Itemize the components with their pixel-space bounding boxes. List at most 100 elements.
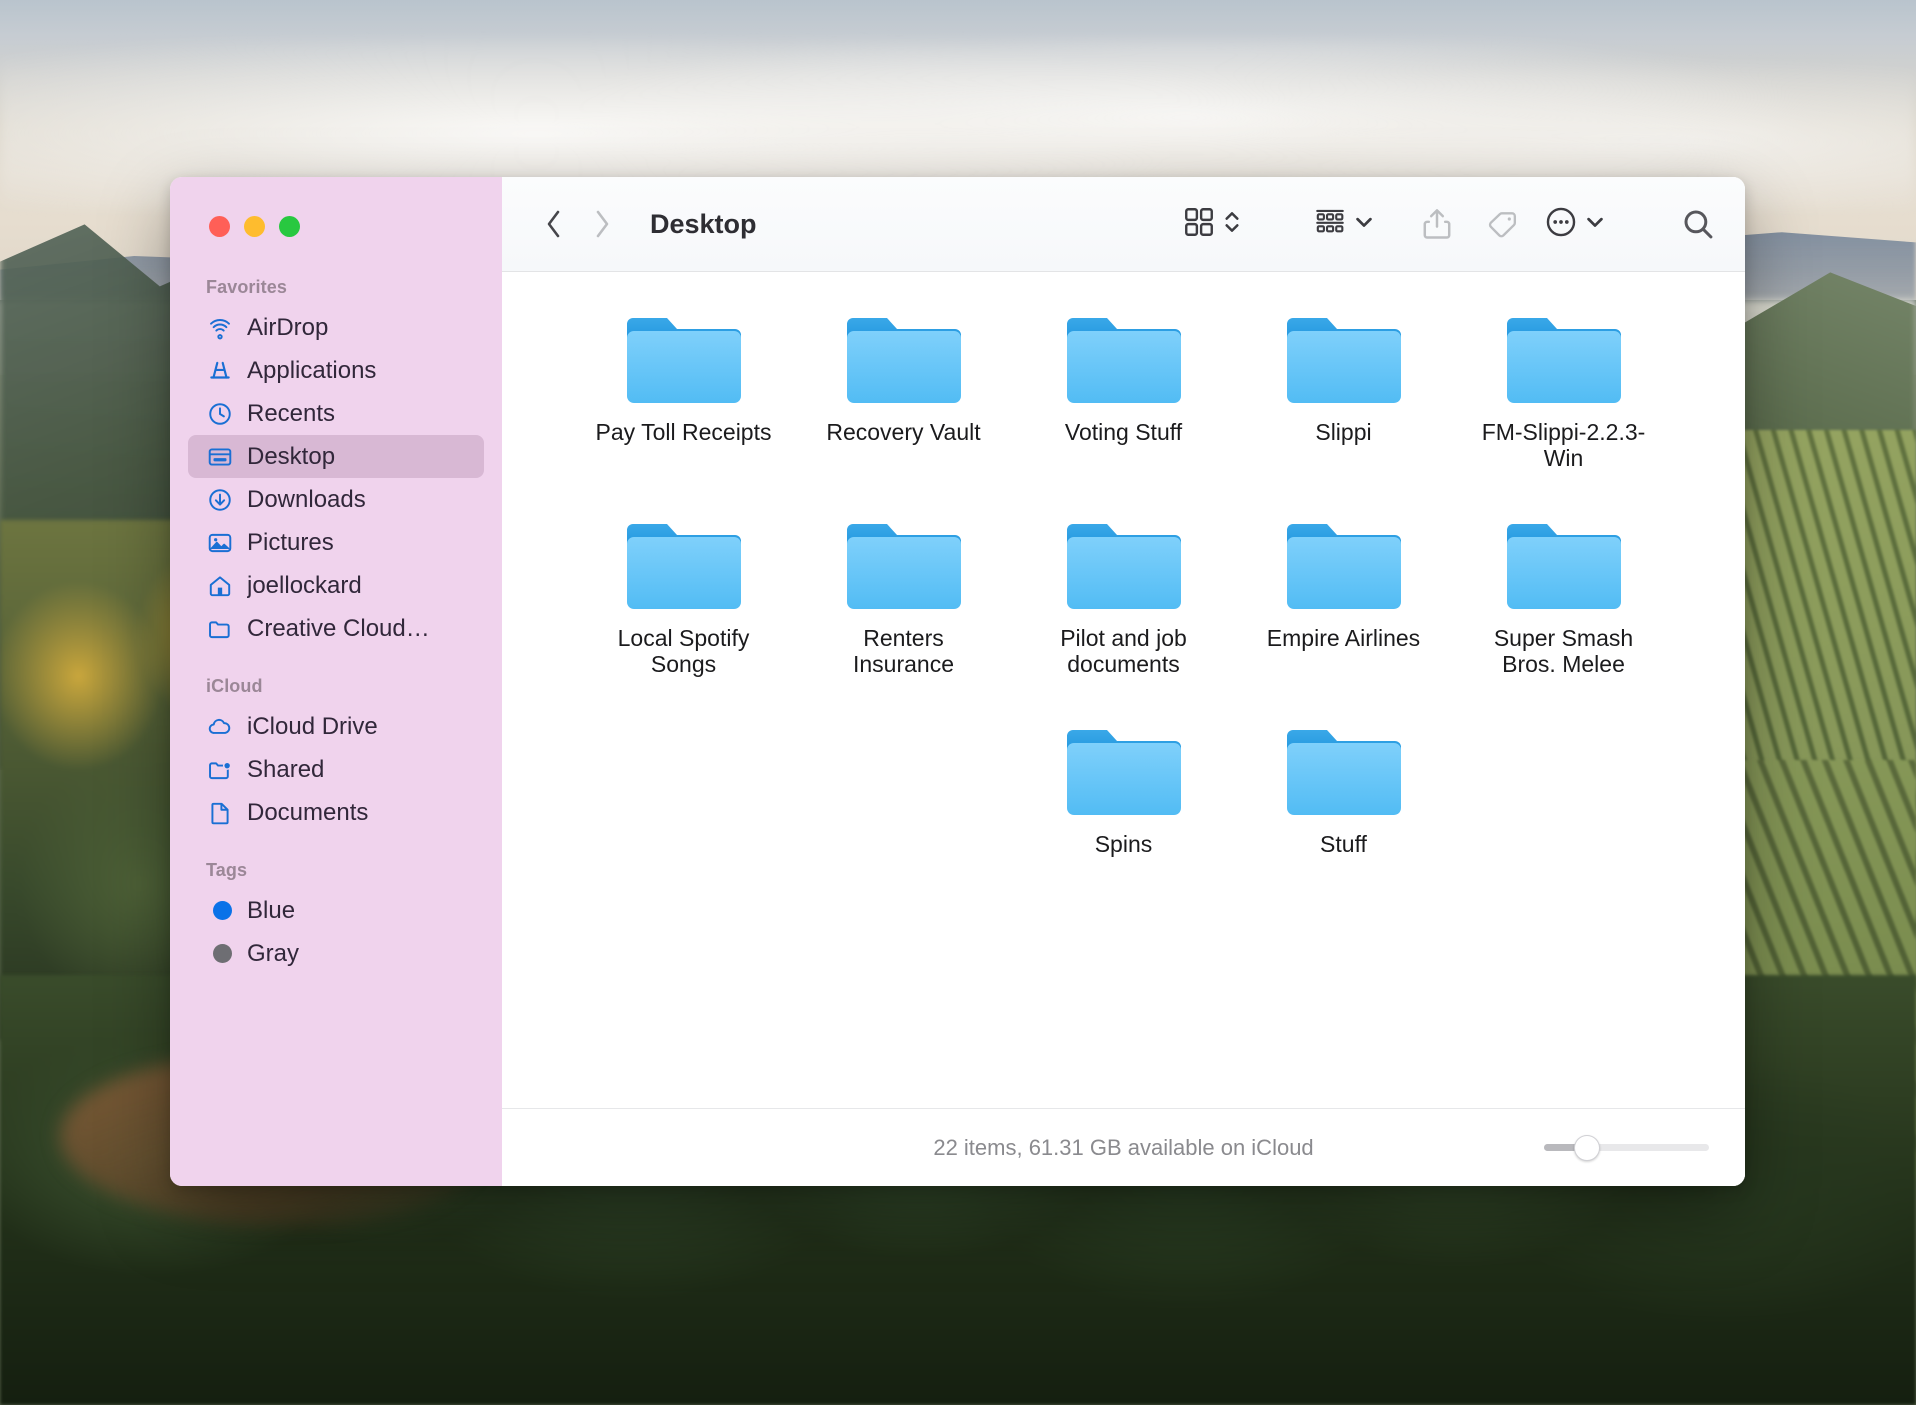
grid-item[interactable] [586, 272, 782, 280]
group-by-button[interactable] [1313, 205, 1374, 244]
share-button[interactable] [1416, 197, 1458, 251]
group-by-icon [1313, 205, 1347, 244]
tag-dot-icon [206, 897, 234, 925]
folder-icon [623, 312, 745, 409]
sidebar-group-tags: Tags Blue Gray [170, 860, 502, 975]
grid-item-renters-insurance[interactable]: Renters Insurance [806, 500, 1002, 706]
folder-icon [1283, 724, 1405, 821]
back-button[interactable] [530, 197, 578, 251]
sidebar-item-downloads[interactable]: Downloads [188, 478, 484, 521]
grid-item-stuff[interactable]: Stuff [1246, 706, 1442, 912]
grid-item-empty [586, 706, 782, 912]
folder-icon [623, 518, 745, 615]
sidebar-item-pictures[interactable]: Pictures [188, 521, 484, 564]
sidebar-item-tag-gray[interactable]: Gray [188, 932, 484, 975]
item-label: Stuff [1320, 831, 1367, 857]
sidebar-item-documents[interactable]: Documents [188, 791, 484, 834]
grid-item-pay-toll-receipts[interactable]: Pay Toll Receipts [586, 294, 782, 500]
folder-icon [1063, 312, 1185, 409]
file-grid-area[interactable]: labeled Papers [502, 272, 1745, 1108]
file-grid-row-1: Pay Toll Receipts Recovery Vault Voting … [502, 294, 1745, 500]
desktop-icon [206, 443, 234, 471]
sidebar-item-label: Documents [247, 799, 368, 827]
minimize-button[interactable] [244, 216, 265, 237]
sidebar-group-favorites: Favorites AirDrop [170, 277, 502, 650]
sidebar-item-tag-blue[interactable]: Blue [188, 889, 484, 932]
folder-icon [1063, 518, 1185, 615]
sidebar-item-label: Pictures [247, 529, 334, 557]
item-label: Pilot and job documents [1031, 625, 1217, 678]
item-label: Local Spotify Songs [591, 625, 777, 678]
sidebar-item-shared[interactable]: Shared [188, 748, 484, 791]
more-options-button[interactable] [1544, 205, 1605, 244]
tag-dot-icon [206, 940, 234, 968]
folder-icon [1283, 312, 1405, 409]
more-ellipsis-circle-icon [1544, 205, 1578, 244]
folder-icon [1503, 518, 1625, 615]
finder-sidebar: Favorites AirDrop [170, 177, 502, 1186]
desktop-wallpaper: Favorites AirDrop [0, 0, 1916, 1405]
sidebar-list: Favorites AirDrop [170, 237, 502, 975]
grid-item-local-spotify-songs[interactable]: Local Spotify Songs [586, 500, 782, 706]
pictures-icon [206, 529, 234, 557]
grid-item-slippi[interactable]: Slippi [1246, 294, 1442, 500]
grid-item-empty [1466, 706, 1662, 912]
item-label: Voting Stuff [1065, 419, 1182, 445]
airdrop-icon [206, 314, 234, 342]
sidebar-item-home[interactable]: joellockard [188, 564, 484, 607]
grid-item-pilot-and-job-documents[interactable]: Pilot and job documents [1026, 500, 1222, 706]
sidebar-group-title: Favorites [170, 277, 502, 306]
finder-window: Favorites AirDrop [170, 177, 1745, 1186]
icon-size-slider[interactable] [1544, 1135, 1709, 1161]
grid-item-voting-stuff[interactable]: Voting Stuff [1026, 294, 1222, 500]
document-icon [206, 799, 234, 827]
finder-toolbar: Desktop [502, 177, 1745, 272]
file-grid-row-2: Local Spotify Songs Renters Insurance Pi… [502, 500, 1745, 706]
grid-item-super-smash-bros-melee[interactable]: Super Smash Bros. Melee [1466, 500, 1662, 706]
icon-view-grid-icon [1182, 205, 1216, 244]
grid-item[interactable] [1026, 272, 1222, 280]
tag-button[interactable] [1480, 197, 1522, 251]
sidebar-group-title: iCloud [170, 676, 502, 705]
grid-item-empire-airlines[interactable]: Empire Airlines [1246, 500, 1442, 706]
sidebar-group-title: Tags [170, 860, 502, 889]
grid-item-spins[interactable]: Spins [1026, 706, 1222, 912]
grid-item[interactable]: labeled [806, 272, 1002, 280]
grid-item-fm-slippi[interactable]: FM-Slippi-2.2.3-Win [1466, 294, 1662, 500]
sidebar-item-desktop[interactable]: Desktop [188, 435, 484, 478]
share-icon [1421, 206, 1453, 242]
forward-button[interactable] [578, 197, 626, 251]
grid-item-recovery-vault[interactable]: Recovery Vault [806, 294, 1002, 500]
up-down-chevron-icon [1223, 206, 1241, 243]
folder-icon [1503, 312, 1625, 409]
download-icon [206, 486, 234, 514]
item-label: Empire Airlines [1267, 625, 1420, 651]
item-label: FM-Slippi-2.2.3-Win [1471, 419, 1657, 472]
applications-icon [206, 357, 234, 385]
maximize-button[interactable] [279, 216, 300, 237]
close-button[interactable] [209, 216, 230, 237]
sidebar-item-label: iCloud Drive [247, 713, 378, 741]
folder-icon [843, 518, 965, 615]
chevron-right-icon [589, 207, 615, 241]
search-icon [1680, 206, 1716, 242]
chevron-left-icon [541, 207, 567, 241]
sidebar-item-recents[interactable]: Recents [188, 392, 484, 435]
sidebar-item-label: Recents [247, 400, 335, 428]
search-button[interactable] [1677, 197, 1719, 251]
sidebar-item-label: Creative Cloud… [247, 615, 430, 643]
sidebar-item-label: Desktop [247, 443, 335, 471]
grid-item[interactable] [1466, 272, 1662, 280]
view-switcher[interactable] [1182, 205, 1241, 244]
grid-item[interactable]: Papers [1246, 272, 1442, 280]
sidebar-item-label: Applications [247, 357, 376, 385]
sidebar-item-applications[interactable]: Applications [188, 349, 484, 392]
sidebar-item-airdrop[interactable]: AirDrop [188, 306, 484, 349]
sidebar-item-label: Downloads [247, 486, 366, 514]
sidebar-item-label: Shared [247, 756, 324, 784]
sidebar-item-creative-cloud[interactable]: Creative Cloud… [188, 607, 484, 650]
cloud-icon [206, 713, 234, 741]
sidebar-item-icloud-drive[interactable]: iCloud Drive [188, 705, 484, 748]
slider-thumb[interactable] [1574, 1135, 1600, 1161]
folder-icon [1063, 724, 1185, 821]
